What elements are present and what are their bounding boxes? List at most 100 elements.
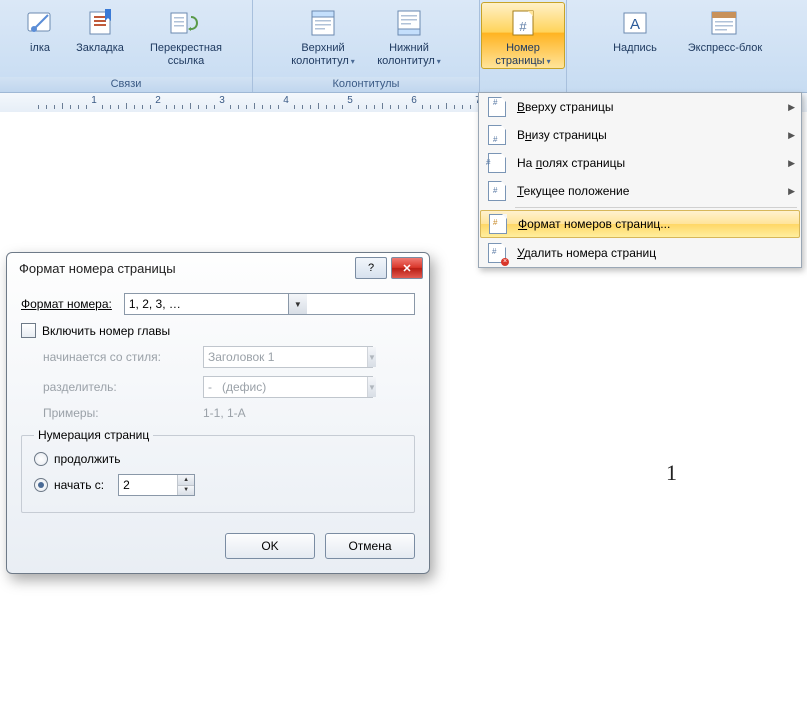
ribbon-group-pagenum: # Номер страницы▾ — [480, 0, 566, 92]
quickparts-button[interactable]: Экспресс-блок — [673, 2, 777, 55]
chevron-down-icon: ▼ — [367, 347, 376, 367]
include-chapter-label: Включить номер главы — [42, 324, 170, 338]
page-current-icon: # — [488, 181, 506, 201]
group-label-links: Связи — [0, 77, 252, 92]
include-chapter-checkbox[interactable]: Включить номер главы — [21, 323, 170, 338]
start-at-radio[interactable]: начать с: — [34, 478, 104, 492]
examples-value: 1-1, 1-A — [203, 406, 246, 420]
menu-divider — [515, 207, 797, 208]
continue-label: продолжить — [54, 452, 120, 466]
chevron-down-icon: ▾ — [547, 57, 551, 66]
dd-page-margins[interactable]: # На полях страницы ▶ — [479, 149, 801, 177]
bookmark-label: Закладка — [76, 42, 124, 55]
svg-text:A: A — [630, 16, 640, 33]
numbering-legend: Нумерация страниц — [34, 428, 153, 442]
spinner-down-icon[interactable]: ▼ — [178, 486, 194, 496]
submenu-arrow-icon: ▶ — [788, 158, 795, 169]
ruler-number: 4 — [283, 95, 289, 106]
textbox-button[interactable]: A Надпись — [597, 2, 673, 55]
hyperlink-icon — [22, 6, 58, 40]
help-button[interactable]: ? — [355, 257, 387, 279]
header-icon — [305, 6, 341, 40]
chevron-down-icon: ▾ — [437, 57, 441, 66]
start-at-label: начать с: — [54, 478, 104, 492]
hyperlink-label: ілка — [30, 42, 50, 55]
dd-current-position[interactable]: # Текущее положение ▶ — [479, 177, 801, 205]
chevron-down-icon[interactable]: ▼ — [288, 294, 307, 314]
page-margins-icon: # — [488, 153, 506, 173]
ruler-number: 1 — [91, 95, 97, 106]
dialog-titlebar[interactable]: Формат номера страницы ? ✕ — [7, 253, 429, 283]
cancel-button[interactable]: Отмена — [325, 533, 415, 559]
group-body: Верхний колонтитул▾ Нижний колонтитул▾ — [276, 0, 456, 77]
separator-label: разделитель: — [43, 380, 203, 394]
continue-radio[interactable]: продолжить — [34, 452, 120, 466]
ok-button[interactable]: OK — [225, 533, 315, 559]
group-label-hf: Колонтитулы — [253, 77, 479, 92]
pagenumber-dropdown: # Вверху страницы ▶ # Внизу страницы ▶ #… — [478, 92, 802, 268]
pagenumber-label: Номер страницы▾ — [495, 42, 550, 68]
ribbon-group-headerfooter: Верхний колонтитул▾ Нижний колонтитул▾ К… — [253, 0, 480, 92]
header-label: Верхний колонтитул▾ — [291, 42, 355, 68]
separator-combo: ▼ — [203, 376, 373, 398]
textbox-label: Надпись — [613, 42, 657, 55]
page-number-format-dialog: Формат номера страницы ? ✕ Формат номера… — [6, 252, 430, 574]
chevron-down-icon: ▾ — [351, 57, 355, 66]
dd-remove-page-numbers[interactable]: #× Удалить номера страниц — [479, 239, 801, 267]
quickparts-label: Экспресс-блок — [688, 42, 762, 55]
checkbox-icon — [21, 323, 36, 338]
pagenumber-icon: # — [505, 6, 541, 40]
ruler-number: 3 — [219, 95, 225, 106]
crossref-label: Перекрестная ссылка — [150, 42, 222, 68]
ruler-number: 5 — [347, 95, 353, 106]
pagenumber-button[interactable]: # Номер страницы▾ — [481, 2, 565, 69]
header-button[interactable]: Верхний колонтитул▾ — [280, 2, 366, 68]
close-button[interactable]: ✕ — [391, 257, 423, 279]
crossref-button[interactable]: Перекрестная ссылка — [138, 2, 234, 68]
group-body: A Надпись Экспресс-блок — [593, 0, 781, 77]
footer-button[interactable]: Нижний колонтитул▾ — [366, 2, 452, 68]
dd-bottom-of-page[interactable]: # Внизу страницы ▶ — [479, 121, 801, 149]
remove-icon: #× — [488, 243, 506, 263]
start-at-value[interactable] — [119, 475, 177, 495]
ruler-number: 2 — [155, 95, 161, 106]
chevron-down-icon: ▼ — [367, 377, 376, 397]
page-number-text: 1 — [666, 460, 677, 486]
footer-label: Нижний колонтитул▾ — [377, 42, 441, 68]
ribbon-group-links: ілка Закладка Перекрестная ссылка Связи — [0, 0, 253, 92]
starts-style-value — [204, 348, 367, 366]
spinner-up-icon[interactable]: ▲ — [178, 475, 194, 486]
start-at-spinner[interactable]: ▲ ▼ — [118, 474, 195, 496]
examples-label: Примеры: — [43, 406, 203, 420]
starts-style-label: начинается со стиля: — [43, 350, 203, 364]
submenu-arrow-icon: ▶ — [788, 130, 795, 141]
dd-format-page-numbers[interactable]: # Формат номеров страниц... — [480, 210, 800, 238]
crossref-icon — [168, 6, 204, 40]
bookmark-button[interactable]: Закладка — [62, 2, 138, 55]
radio-icon — [34, 452, 48, 466]
ruler-number: 6 — [411, 95, 417, 106]
number-format-label: Формат номера: — [21, 297, 112, 311]
hyperlink-button[interactable]: ілка — [18, 2, 62, 55]
starts-style-combo: ▼ — [203, 346, 373, 368]
dialog-title: Формат номера страницы — [19, 261, 176, 276]
submenu-arrow-icon: ▶ — [788, 186, 795, 197]
textbox-icon: A — [617, 6, 653, 40]
spacer — [480, 77, 566, 92]
submenu-arrow-icon: ▶ — [788, 102, 795, 113]
dd-top-of-page[interactable]: # Вверху страницы ▶ — [479, 93, 801, 121]
bookmark-icon — [82, 6, 118, 40]
page-numbering-fieldset: Нумерация страниц продолжить начать с: ▲… — [21, 428, 415, 513]
svg-text:#: # — [519, 19, 527, 34]
format-icon: # — [489, 214, 507, 234]
quickparts-icon — [707, 6, 743, 40]
radio-icon — [34, 478, 48, 492]
page-bottom-icon: # — [488, 125, 506, 145]
number-format-combo[interactable]: ▼ — [124, 293, 415, 315]
spacer — [567, 77, 807, 92]
number-format-value[interactable] — [125, 295, 288, 313]
ribbon-group-text: A Надпись Экспресс-блок — [566, 0, 807, 92]
ribbon: ілка Закладка Перекрестная ссылка Связи — [0, 0, 807, 93]
footer-icon — [391, 6, 427, 40]
group-body: ілка Закладка Перекрестная ссылка — [14, 0, 238, 77]
